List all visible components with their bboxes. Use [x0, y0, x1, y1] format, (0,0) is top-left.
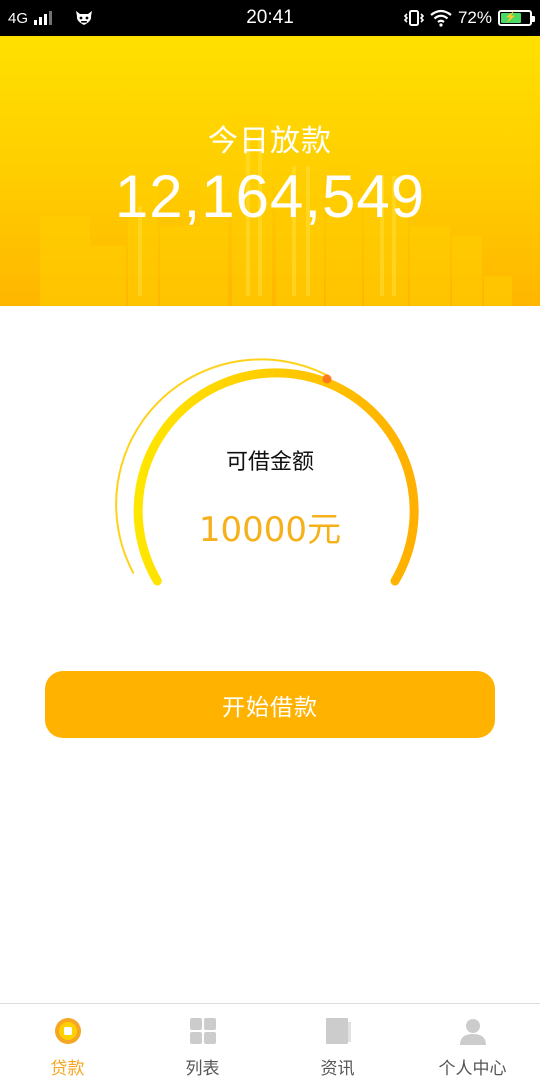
available-amount-label: 可借金额: [225, 450, 314, 475]
tab-list[interactable]: 列表: [135, 1004, 270, 1080]
tab-loan[interactable]: 贷款: [0, 1004, 135, 1080]
tab-label: 贷款: [50, 1059, 85, 1079]
vibrate-icon: [403, 10, 424, 26]
status-right: 72% ⚡: [403, 0, 535, 36]
battery-percent: 72%: [457, 8, 492, 27]
user-icon: [459, 1019, 486, 1045]
status-bar: 4G 20:41 72% ⚡: [0, 0, 540, 36]
battery-level: ⚡: [501, 13, 522, 23]
grid-icon: [189, 1018, 216, 1044]
news-icon: [325, 1018, 351, 1044]
bottom-tab-bar: 贷款 列表 资讯 个人中心: [0, 1003, 540, 1080]
daily-loan-banner: 今日放款 12,164,549: [0, 36, 540, 306]
tab-label: 资讯: [320, 1059, 355, 1079]
tab-profile[interactable]: 个人中心: [405, 1004, 540, 1080]
wifi-icon: [430, 9, 452, 27]
tab-label: 列表: [185, 1059, 220, 1079]
banner-title: 今日放款: [208, 124, 332, 159]
loan-icon: [54, 1018, 81, 1044]
gauge-indicator-dot: [322, 374, 332, 384]
battery-icon: ⚡: [498, 10, 535, 26]
available-amount-value: 10000元: [198, 510, 342, 550]
banner-amount: 12,164,549: [114, 163, 426, 230]
tab-news[interactable]: 资讯: [270, 1004, 405, 1080]
loan-amount-gauge: [115, 358, 419, 586]
tab-label: 个人中心: [438, 1059, 507, 1079]
start-borrow-button[interactable]: 开始借款: [45, 671, 495, 738]
